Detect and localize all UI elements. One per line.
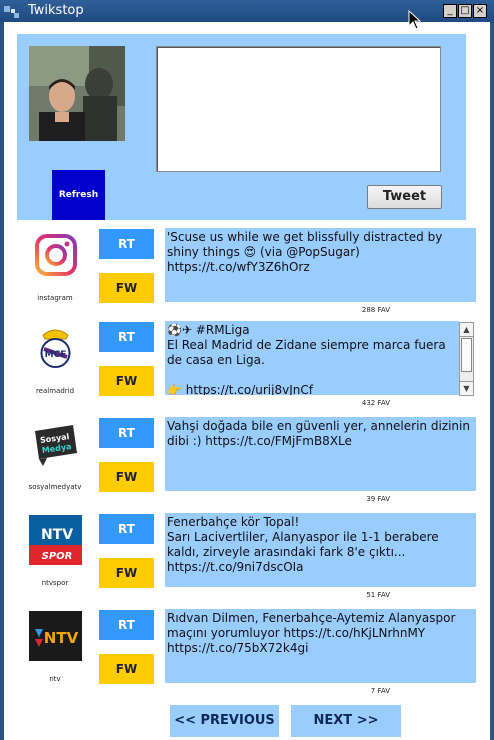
username: ntv xyxy=(49,675,61,683)
username: instagram xyxy=(37,294,73,302)
svg-text:SPOR: SPOR xyxy=(42,551,73,562)
favorite-button[interactable]: FW xyxy=(99,558,154,588)
tweet-text: Vahşi doğada bile en güvenli yer, annele… xyxy=(165,417,476,491)
fav-count: 7 FAV xyxy=(370,687,390,695)
svg-text:NTV: NTV xyxy=(44,629,79,647)
ntv-logo-icon: NTV xyxy=(29,611,82,661)
feed-item: MCF realmadrid RT FW ⚽️✈ #RMLiga El Real… xyxy=(0,319,494,415)
tweet-input[interactable] xyxy=(156,46,441,172)
fav-count: 51 FAV xyxy=(366,591,390,599)
scroll-up-arrow-icon[interactable]: ▲ xyxy=(460,323,473,337)
fav-count: 39 FAV xyxy=(366,495,390,503)
sosyal-medya-logo-icon: Sosyal Medya xyxy=(29,419,82,469)
tweet-text: Rıdvan Dilmen, Fenerbahçe-Aytemiz Alanya… xyxy=(165,609,476,683)
username: ntvspor xyxy=(41,579,69,587)
feed-item: Sosyal Medya sosyalmedyatv RT FW Vahşi d… xyxy=(0,415,494,511)
maximize-button[interactable]: □ xyxy=(458,4,472,18)
real-madrid-crest-icon: MCF xyxy=(29,323,82,373)
tweet-text: ⚽️✈ #RMLiga El Real Madrid de Zidane sie… xyxy=(165,321,459,395)
retweet-button[interactable]: RT xyxy=(99,514,154,544)
profile-avatar xyxy=(29,46,125,141)
retweet-button[interactable]: RT xyxy=(99,322,154,352)
refresh-button[interactable]: Refresh xyxy=(52,170,105,220)
scroll-down-arrow-icon[interactable]: ▼ xyxy=(460,381,473,395)
window-title: Twikstop xyxy=(28,3,84,18)
scrollbar-thumb[interactable] xyxy=(461,338,472,372)
retweet-button[interactable]: RT xyxy=(99,610,154,640)
ntvspor-logo-icon: NTV SPOR xyxy=(29,515,82,565)
minimize-button[interactable]: _ xyxy=(443,4,457,18)
tweet-scrollbar[interactable]: ▲ ▼ xyxy=(459,322,474,396)
favorite-button[interactable]: FW xyxy=(99,654,154,684)
retweet-button[interactable]: RT xyxy=(99,229,154,259)
tweet-button[interactable]: Tweet xyxy=(367,185,442,209)
username: sosyalmedyatv xyxy=(28,483,82,491)
fav-count: 432 FAV xyxy=(361,399,390,407)
mouse-cursor-icon xyxy=(408,9,422,30)
app-icon xyxy=(4,4,20,18)
favorite-button[interactable]: FW xyxy=(99,462,154,492)
svg-text:NTV: NTV xyxy=(41,527,73,543)
feed-item: NTV SPOR ntvspor RT FW Fenerbahçe kör To… xyxy=(0,511,494,607)
instagram-logo-icon xyxy=(29,230,82,280)
previous-page-button[interactable]: << PREVIOUS xyxy=(170,705,279,737)
next-page-button[interactable]: NEXT >> xyxy=(291,705,401,737)
feed-item: NTV ntv RT FW Rıdvan Dilmen, Fenerbahçe-… xyxy=(0,607,494,703)
tweet-text: 'Scuse us while we get blissfully distra… xyxy=(165,228,476,302)
tweet-text: Fenerbahçe kör Topal! Sarı Lacivertliler… xyxy=(165,513,476,587)
username: realmadrid xyxy=(35,387,75,395)
favorite-button[interactable]: FW xyxy=(99,366,154,396)
retweet-button[interactable]: RT xyxy=(99,418,154,448)
favorite-button[interactable]: FW xyxy=(99,273,154,303)
close-button[interactable]: × xyxy=(473,4,487,18)
svg-text:MCF: MCF xyxy=(45,350,67,360)
fav-count: 288 FAV xyxy=(361,306,390,314)
feed-item: instagram RT FW 'Scuse us while we get b… xyxy=(0,226,494,322)
